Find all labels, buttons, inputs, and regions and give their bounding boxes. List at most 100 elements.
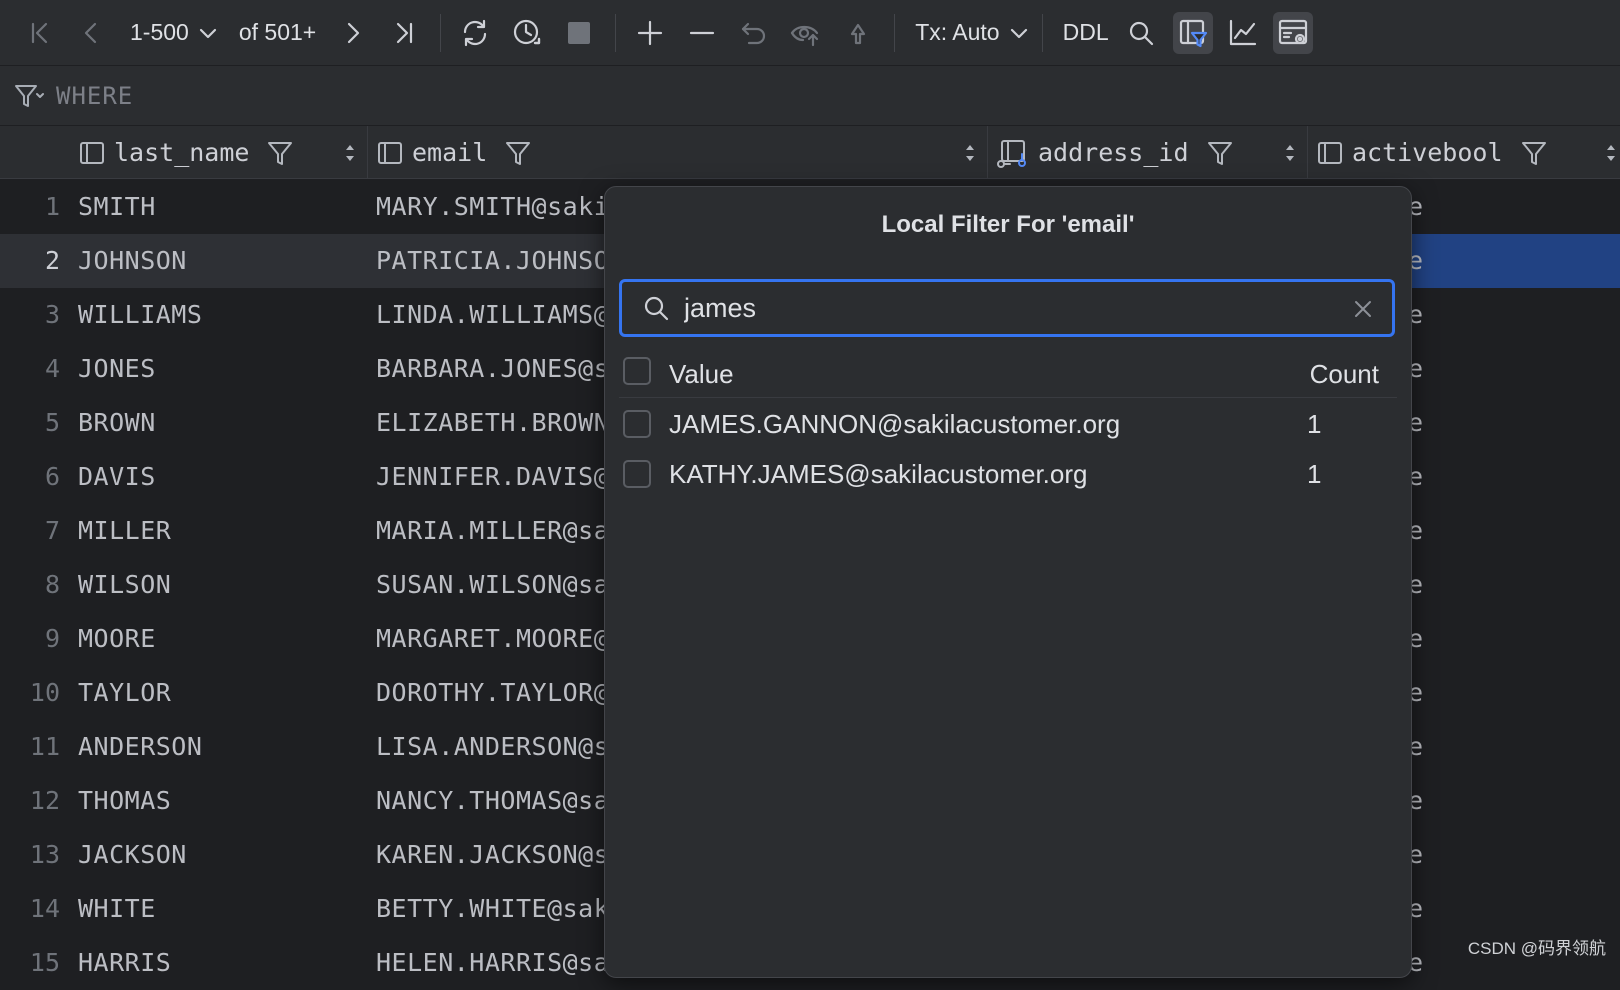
- page-range-dropdown[interactable]: 1-500: [130, 19, 217, 46]
- first-page-button[interactable]: [20, 12, 60, 54]
- cell-email[interactable]: BARBARA.JONES@s: [376, 342, 608, 396]
- cell-activebool[interactable]: e: [1408, 720, 1448, 774]
- column-header-address-id[interactable]: address_id: [988, 126, 1308, 179]
- cell-last-name[interactable]: MOORE: [78, 612, 368, 666]
- cell-activebool[interactable]: e: [1408, 288, 1448, 342]
- cell-last-name[interactable]: SMITH: [78, 180, 368, 234]
- cell-last-name[interactable]: JOHNSON: [78, 234, 368, 288]
- cell-email[interactable]: ELIZABETH.BROWN: [376, 396, 608, 450]
- cell-last-name[interactable]: MILLER: [78, 504, 368, 558]
- filter-search-input[interactable]: [684, 292, 1324, 324]
- search-button[interactable]: [1121, 12, 1161, 54]
- cell-last-name[interactable]: DAVIS: [78, 450, 368, 504]
- list-item[interactable]: JAMES.GANNON@sakilacustomer.org 1: [619, 399, 1397, 449]
- chevron-right-icon: [348, 22, 360, 43]
- cell-activebool[interactable]: e: [1408, 342, 1448, 396]
- cell-activebool[interactable]: e: [1408, 180, 1448, 234]
- row-number: 11: [29, 732, 60, 761]
- revert-button[interactable]: [734, 12, 774, 54]
- sort-icon[interactable]: [1604, 142, 1618, 164]
- column-filter-icon[interactable]: [505, 140, 531, 166]
- cell-last-name[interactable]: TAYLOR: [78, 666, 368, 720]
- previous-page-button[interactable]: [72, 12, 112, 54]
- where-filter-bar[interactable]: WHERE: [0, 66, 1620, 126]
- local-filter-button[interactable]: [1172, 11, 1213, 54]
- cell-last-name[interactable]: BROWN: [78, 396, 368, 450]
- cell-activebool[interactable]: e: [1408, 882, 1448, 936]
- add-row-button[interactable]: [630, 12, 670, 54]
- reload-button[interactable]: [455, 12, 495, 54]
- cell-email[interactable]: MARY.SMITH@saki: [376, 180, 608, 234]
- value-column-header: Value: [669, 359, 734, 389]
- cell-email[interactable]: MARGARET.MOORE@: [376, 612, 608, 666]
- cell-email[interactable]: SUSAN.WILSON@sa: [376, 558, 608, 612]
- cell-activebool[interactable]: e: [1408, 558, 1448, 612]
- cell-last-name[interactable]: WHITE: [78, 882, 368, 936]
- list-item[interactable]: KATHY.JAMES@sakilacustomer.org 1: [619, 449, 1397, 499]
- cell-email[interactable]: KAREN.JACKSON@s: [376, 828, 608, 882]
- filter-count: 1: [1307, 409, 1322, 439]
- sort-icon[interactable]: [1283, 142, 1297, 164]
- cell-email[interactable]: MARIA.MILLER@sa: [376, 504, 608, 558]
- row-number: 2: [44, 246, 60, 275]
- next-page-button[interactable]: [332, 12, 372, 54]
- value-checkbox[interactable]: [623, 460, 651, 488]
- close-icon[interactable]: [1354, 300, 1372, 318]
- sort-icon[interactable]: [963, 142, 977, 164]
- stop-icon: [568, 21, 591, 44]
- cell-last-name[interactable]: ANDERSON: [78, 720, 368, 774]
- stop-button[interactable]: [559, 12, 599, 54]
- column-header-activebool[interactable]: activebool: [1308, 126, 1620, 179]
- ddl-button[interactable]: DDL: [1063, 19, 1109, 46]
- preview-changes-button[interactable]: [786, 12, 826, 54]
- cell-email[interactable]: BETTY.WHITE@sak: [376, 882, 608, 936]
- cell-email[interactable]: PATRICIA.JOHNSO: [376, 234, 608, 288]
- cell-email[interactable]: DOROTHY.TAYLOR@: [376, 666, 608, 720]
- cell-last-name[interactable]: JONES: [78, 342, 368, 396]
- column-icon: [80, 141, 104, 164]
- sort-icon[interactable]: [343, 142, 357, 164]
- column-filter-icon[interactable]: [1521, 140, 1547, 166]
- cell-activebool[interactable]: e: [1408, 936, 1448, 990]
- cell-last-name[interactable]: THOMAS: [78, 774, 368, 828]
- cell-email[interactable]: HELEN.HARRIS@sa: [376, 936, 608, 990]
- filter-search-box[interactable]: [619, 279, 1395, 337]
- last-page-button[interactable]: [384, 12, 424, 54]
- transaction-mode-dropdown[interactable]: Tx: Auto: [915, 19, 1027, 46]
- cell-activebool[interactable]: e: [1408, 396, 1448, 450]
- select-all-checkbox[interactable]: [623, 357, 651, 385]
- minus-icon: [690, 31, 715, 34]
- cell-activebool[interactable]: e: [1408, 234, 1448, 288]
- chevron-down-icon: [1010, 26, 1028, 40]
- cell-activebool[interactable]: e: [1408, 828, 1448, 882]
- value-checkbox[interactable]: [623, 410, 651, 438]
- cell-last-name[interactable]: HARRIS: [78, 936, 368, 990]
- cell-last-name[interactable]: WILLIAMS: [78, 288, 368, 342]
- column-header-email[interactable]: email: [368, 126, 988, 179]
- cell-activebool[interactable]: e: [1408, 612, 1448, 666]
- cell-last-name[interactable]: JACKSON: [78, 828, 368, 882]
- cell-email[interactable]: LISA.ANDERSON@s: [376, 720, 608, 774]
- row-number: 5: [44, 408, 60, 437]
- column-filter-icon[interactable]: [1207, 140, 1233, 166]
- cell-activebool[interactable]: e: [1408, 504, 1448, 558]
- plus-icon: [638, 20, 663, 45]
- delete-row-button[interactable]: [682, 12, 722, 54]
- cell-activebool[interactable]: e: [1408, 666, 1448, 720]
- cell-activebool[interactable]: e: [1408, 774, 1448, 828]
- column-name: last_name: [114, 138, 250, 167]
- chart-view-button[interactable]: [1223, 12, 1263, 54]
- cell-email[interactable]: NANCY.THOMAS@sa: [376, 774, 608, 828]
- cell-activebool[interactable]: e: [1408, 450, 1448, 504]
- table-filter-icon: [1179, 19, 1207, 47]
- cell-email[interactable]: JENNIFER.DAVIS@: [376, 450, 608, 504]
- submit-button[interactable]: [838, 12, 878, 54]
- cell-email[interactable]: LINDA.WILLIAMS@: [376, 288, 608, 342]
- history-button[interactable]: [507, 12, 547, 54]
- page-range-label: 1-500: [130, 19, 189, 45]
- clock-icon: [514, 19, 541, 44]
- value-viewer-button[interactable]: [1272, 11, 1313, 54]
- cell-last-name[interactable]: WILSON: [78, 558, 368, 612]
- column-filter-icon[interactable]: [267, 140, 293, 166]
- column-header-last-name[interactable]: last_name: [76, 126, 368, 179]
